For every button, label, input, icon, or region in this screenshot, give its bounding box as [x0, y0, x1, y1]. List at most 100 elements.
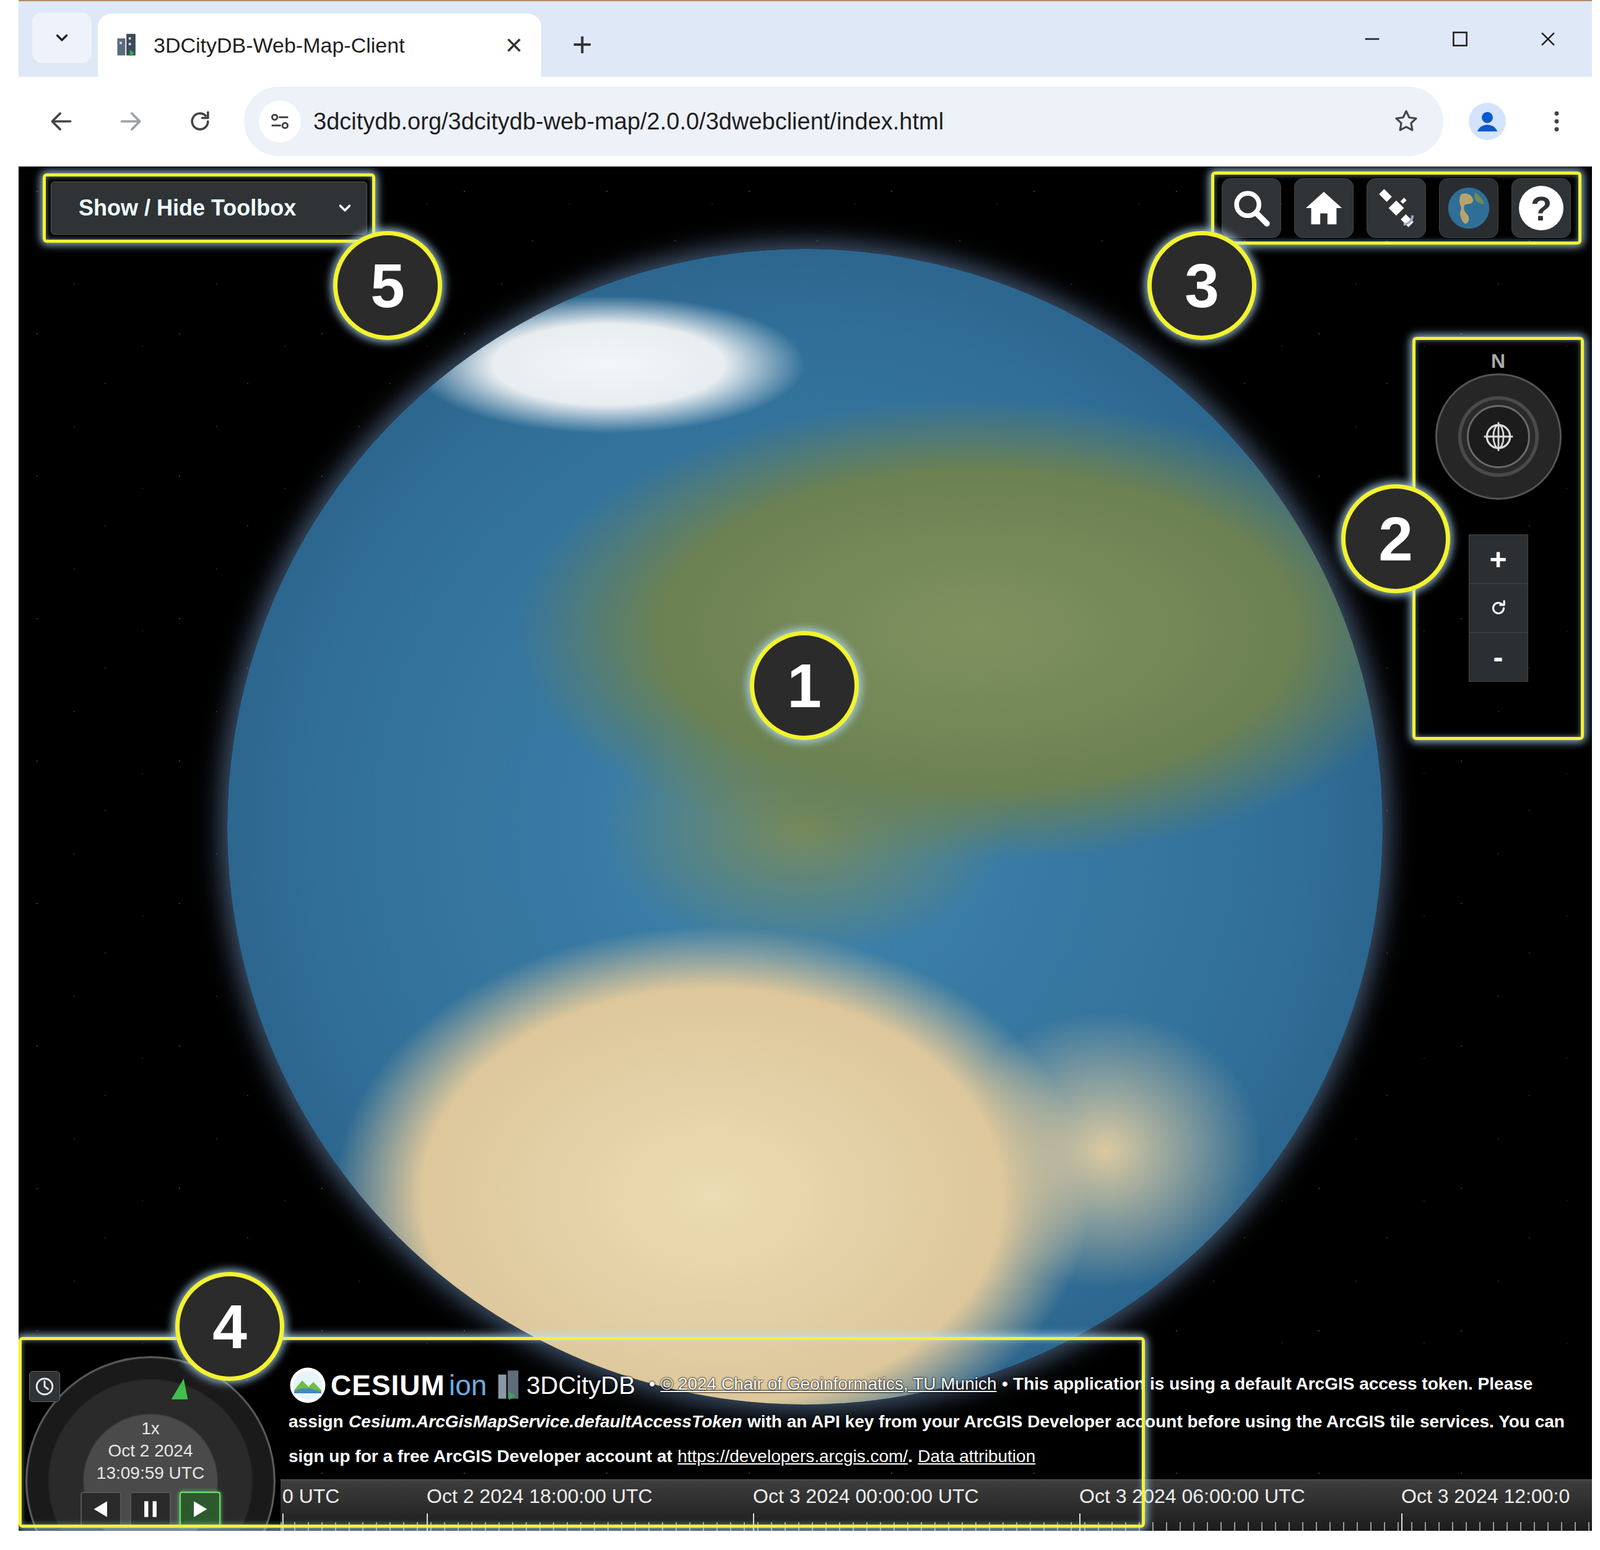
north-label: N: [1491, 348, 1506, 374]
realtime-button[interactable]: [29, 1370, 61, 1402]
callout-number: 5: [370, 250, 405, 322]
clock-date: Oct 2 2024: [108, 1439, 194, 1462]
3dcitydb-logo[interactable]: 3DCityDB: [495, 1365, 636, 1405]
callout-badge: 3: [1147, 230, 1257, 340]
maximize-button[interactable]: [1416, 1, 1505, 77]
callout-number: 3: [1184, 250, 1220, 322]
person-icon: [1468, 102, 1506, 140]
play-button[interactable]: [179, 1491, 221, 1527]
callout-badge: 4: [175, 1271, 285, 1381]
tab-title: 3DCityDB-Web-Map-Client: [153, 33, 493, 58]
browser-tab[interactable]: 3DCityDB-Web-Map-Client ×: [97, 13, 542, 77]
zoom-in-button[interactable]: +: [1469, 534, 1528, 584]
arrow-right-icon: [117, 107, 145, 135]
base-layer-picker-button[interactable]: [1439, 178, 1499, 238]
clock-time: 13:09:59 UTC: [96, 1461, 205, 1485]
zoom-controls: +-: [1468, 534, 1529, 682]
earth-icon: [1445, 184, 1493, 232]
tab-close-button[interactable]: ×: [505, 30, 523, 61]
address-bar[interactable]: 3dcitydb.org/3dcitydb-web-map/2.0.0/3dwe…: [243, 86, 1444, 157]
timeline-label: Oct 3 2024 12:00:0: [1401, 1483, 1570, 1509]
home-icon: [1302, 186, 1346, 230]
callout-badge: 5: [333, 230, 443, 340]
callout-badge: 2: [1341, 484, 1451, 594]
callout-badge: 1: [749, 630, 859, 740]
star-icon[interactable]: [1392, 107, 1420, 135]
pause-icon: [139, 1498, 161, 1520]
reverse-icon: [90, 1498, 112, 1520]
credit-link[interactable]: Data attribution: [917, 1446, 1036, 1466]
compass[interactable]: [1435, 373, 1562, 500]
kebab-icon: [1543, 107, 1571, 135]
globe-view[interactable]: [227, 248, 1383, 1405]
browser-window: 3DCityDB-Web-Map-Client × +3dcitydb.org/3d…: [18, 0, 1592, 1531]
3dcitydb-building-icon: [495, 1369, 523, 1402]
compass-center[interactable]: [1466, 404, 1531, 469]
clock-gauge[interactable]: 1xOct 2 202413:09:59 UTC: [25, 1356, 276, 1531]
credit-text: .: [907, 1446, 913, 1466]
animation-widget: 1xOct 2 202413:09:59 UTC: [20, 1356, 281, 1531]
chevron-down-icon: [335, 198, 355, 218]
maximize-icon: [1449, 28, 1471, 50]
toolbox-toggle-button[interactable]: Show / Hide Toolbox: [50, 181, 368, 235]
new-tab-button[interactable]: +: [572, 27, 593, 62]
minimize-button[interactable]: [1328, 1, 1417, 77]
timeline-label: Oct 3 2024 06:00:00 UTC: [1079, 1483, 1306, 1509]
site-info-button[interactable]: [258, 100, 301, 143]
clock-speed: 1x: [141, 1417, 160, 1440]
building-icon: [113, 31, 142, 59]
timeline[interactable]: 0 UTC Oct 2 2024 18:00:00 UTC Oct 3 2024 0…: [280, 1479, 1592, 1531]
pause-button[interactable]: [130, 1491, 171, 1527]
reload-button[interactable]: [174, 95, 226, 147]
clock-icon: [34, 1375, 56, 1397]
help-button[interactable]: ?: [1511, 178, 1571, 238]
address-row: 3dcitydb.org/3dcitydb-web-map/2.0.0/3dwe…: [18, 76, 1592, 167]
credit-text: •: [1001, 1373, 1009, 1394]
back-button[interactable]: [35, 95, 87, 147]
zoom-out-button[interactable]: -: [1469, 632, 1528, 682]
callout-number: 4: [212, 1291, 248, 1363]
toolbox-highlight: Show / Hide Toolbox: [42, 173, 376, 243]
playback-buttons: [80, 1491, 221, 1527]
play-icon: [189, 1498, 211, 1520]
timeline-label: 0 UTC: [282, 1483, 340, 1509]
timeline-ticks: [280, 1514, 1592, 1531]
credits: CESIUMion 3DCityDB •© 2024 Chair of Geoinf…: [288, 1365, 1568, 1474]
cesium-ion-logo[interactable]: CESIUMion: [288, 1365, 487, 1405]
url-text: 3dcitydb.org/3dcitydb-web-map/2.0.0/3dwe…: [313, 108, 1381, 135]
tab-search-button[interactable]: [32, 12, 92, 64]
geocoder-button[interactable]: [1221, 178, 1282, 238]
satellite-icon: [1374, 186, 1418, 230]
credit-link[interactable]: © 2024 Chair of Geoinformatics, TU Munic…: [660, 1373, 997, 1394]
map-viewer[interactable]: Show / Hide Toolbox?N+-1xOct 2 202413:09…: [18, 166, 1592, 1531]
chevron-down-icon: [52, 28, 72, 48]
reload-icon: [186, 107, 214, 135]
help-label: ?: [1518, 185, 1564, 231]
globe-crosshair-icon: [1481, 419, 1516, 454]
minimize-icon: [1361, 28, 1383, 50]
reset-icon: [1487, 597, 1509, 619]
3dcitydb-logo-text: 3DCityDB: [526, 1365, 636, 1405]
browser-menu-button[interactable]: [1531, 95, 1583, 147]
reverse-button[interactable]: [80, 1491, 122, 1527]
toolbox-label: Show / Hide Toolbox: [78, 195, 296, 222]
home-button[interactable]: [1294, 178, 1354, 238]
profile-button[interactable]: [1461, 95, 1513, 147]
reset-view-button[interactable]: [1469, 583, 1528, 633]
close-icon: [1537, 28, 1559, 50]
close-window-button[interactable]: [1504, 1, 1592, 77]
cesium-logo-text: CESIUM: [330, 1365, 446, 1405]
timeline-label: Oct 3 2024 00:00:00 UTC: [752, 1483, 979, 1509]
credit-link[interactable]: https://developers.arcgis.com/: [677, 1446, 908, 1466]
timeline-label: Oct 2 2024 18:00:00 UTC: [426, 1483, 653, 1509]
timeline-highlight: [18, 1336, 1145, 1528]
arrow-left-icon: [47, 107, 75, 135]
forward-button[interactable]: [105, 95, 157, 147]
window-controls: [1328, 1, 1592, 77]
callout-number: 2: [1378, 503, 1414, 575]
page: 3DCityDB-Web-Map-Client × +3dcitydb.org/3d…: [0, 0, 1600, 1550]
scene-mode-button[interactable]: [1366, 178, 1427, 238]
ion-logo-text: ion: [448, 1365, 487, 1405]
callout-number: 1: [786, 650, 822, 722]
shuttle-ring-pointer-icon[interactable]: [167, 1376, 192, 1402]
